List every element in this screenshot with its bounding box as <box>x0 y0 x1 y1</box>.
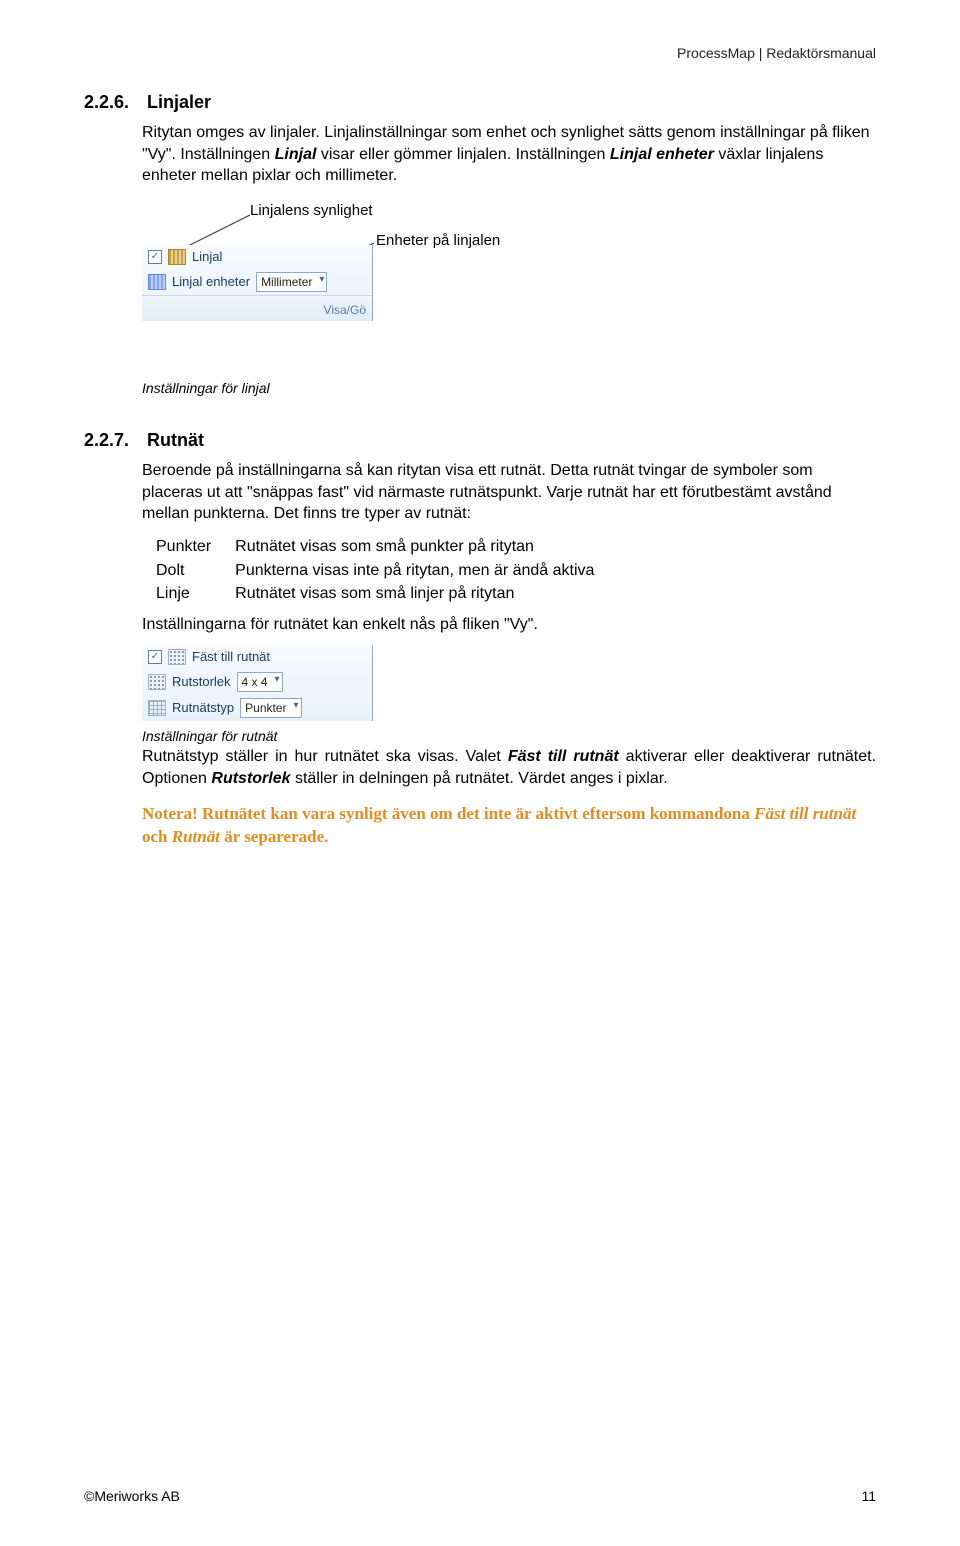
term-linjal-enheter: Linjal enheter <box>610 146 714 163</box>
figure-linjal-panel: Linjalens synlighet Enheter på linjalen … <box>142 201 876 371</box>
ruler-icon <box>168 249 186 265</box>
term-rutnat: Rutnät <box>172 827 220 846</box>
footer-copyright: ©Meriworks AB <box>84 1487 180 1506</box>
note-keyword: Notera! <box>142 804 198 823</box>
label-linjal: Linjal <box>192 248 222 266</box>
figcaption-rutnat: Inställningar för rutnät <box>142 727 876 746</box>
rutnat-type-table: Punkter Rutnätet visas som små punkter p… <box>156 535 618 606</box>
footer-page-number: 11 <box>861 1487 876 1506</box>
linjal-settings-panel: ✓ Linjal Linjal enheter Millimeter Visa/… <box>142 245 373 321</box>
dropdown-size[interactable]: 4 x 4 <box>237 672 283 692</box>
checkbox-checked-icon[interactable]: ✓ <box>148 650 162 664</box>
dropdown-type[interactable]: Punkter <box>240 698 301 718</box>
para-rutnat-options: Rutnätstyp ställer in hur rutnätet ska v… <box>142 746 876 789</box>
text: är separerade. <box>224 827 328 846</box>
text: visar eller gömmer linjalen. Inställning… <box>321 146 610 163</box>
term-rutstorlek: Rutstorlek <box>211 770 290 787</box>
cell-val: Rutnätet visas som små linjer på ritytan <box>235 582 618 606</box>
label-snap: Fäst till rutnät <box>192 648 270 666</box>
label-linjal-enheter: Linjal enheter <box>172 273 250 291</box>
section-heading-rutnat: 2.2.7. Rutnät <box>84 428 876 452</box>
rutnat-row-type[interactable]: Rutnätstyp Punkter <box>142 695 372 721</box>
section-title: Rutnät <box>147 428 204 452</box>
section-number: 2.2.7. <box>84 428 142 452</box>
page-footer: ©Meriworks AB 11 <box>84 1487 876 1506</box>
label-size: Rutstorlek <box>172 673 231 691</box>
checkbox-checked-icon[interactable]: ✓ <box>148 250 162 264</box>
para-rutnat-access: Inställningarna för rutnätet kan enkelt … <box>142 614 876 636</box>
section-number: 2.2.6. <box>84 90 142 114</box>
section-title: Linjaler <box>147 90 211 114</box>
ruler-units-icon <box>148 274 166 290</box>
page-header: ProcessMap | Redaktörsmanual <box>677 44 876 63</box>
text: och <box>142 827 172 846</box>
linjal-row-units[interactable]: Linjal enheter Millimeter <box>142 269 372 295</box>
term-linjal: Linjal <box>275 146 317 163</box>
note-rutnat: Notera! Rutnätet kan vara synligt även o… <box>142 803 876 849</box>
text: Rutnätstyp ställer in hur rutnätet ska v… <box>142 748 508 765</box>
table-row: Dolt Punkterna visas inte på ritytan, me… <box>156 559 618 583</box>
panel-footer: Visa/Gö <box>142 295 372 321</box>
text: Rutnätet kan vara synligt även om det in… <box>202 804 754 823</box>
grid-type-icon <box>148 700 166 716</box>
table-row: Linje Rutnätet visas som små linjer på r… <box>156 582 618 606</box>
para-linjaler-intro: Ritytan omges av linjaler. Linjalinställ… <box>142 122 876 187</box>
para-rutnat-intro: Beroende på inställningarna så kan rityt… <box>142 460 876 525</box>
figcaption-linjal: Inställningar för linjal <box>142 379 876 398</box>
figure-rutnat-panel: ✓ Fäst till rutnät Rutstorlek 4 x 4 Rutn… <box>142 645 876 721</box>
dropdown-units[interactable]: Millimeter <box>256 272 327 292</box>
cell-val: Rutnätet visas som små punkter på rityta… <box>235 535 618 559</box>
label-type: Rutnätstyp <box>172 699 234 717</box>
term-fast-till-rutnat: Fäst till rutnät <box>508 748 619 765</box>
cell-val: Punkterna visas inte på ritytan, men är … <box>235 559 618 583</box>
text: ställer in delningen på rutnätet. Värdet… <box>295 770 668 787</box>
table-row: Punkter Rutnätet visas som små punkter p… <box>156 535 618 559</box>
linjal-row-visibility[interactable]: ✓ Linjal <box>142 245 372 269</box>
grid-snap-icon <box>168 649 186 665</box>
section-heading-linjaler: 2.2.6. Linjaler <box>84 90 876 114</box>
term-fast-till-rutnat: Fäst till rutnät <box>754 804 856 823</box>
cell-key: Dolt <box>156 559 235 583</box>
grid-size-icon <box>148 674 166 690</box>
rutnat-row-snap[interactable]: ✓ Fäst till rutnät <box>142 645 372 669</box>
rutnat-row-size[interactable]: Rutstorlek 4 x 4 <box>142 669 372 695</box>
cell-key: Linje <box>156 582 235 606</box>
cell-key: Punkter <box>156 535 235 559</box>
